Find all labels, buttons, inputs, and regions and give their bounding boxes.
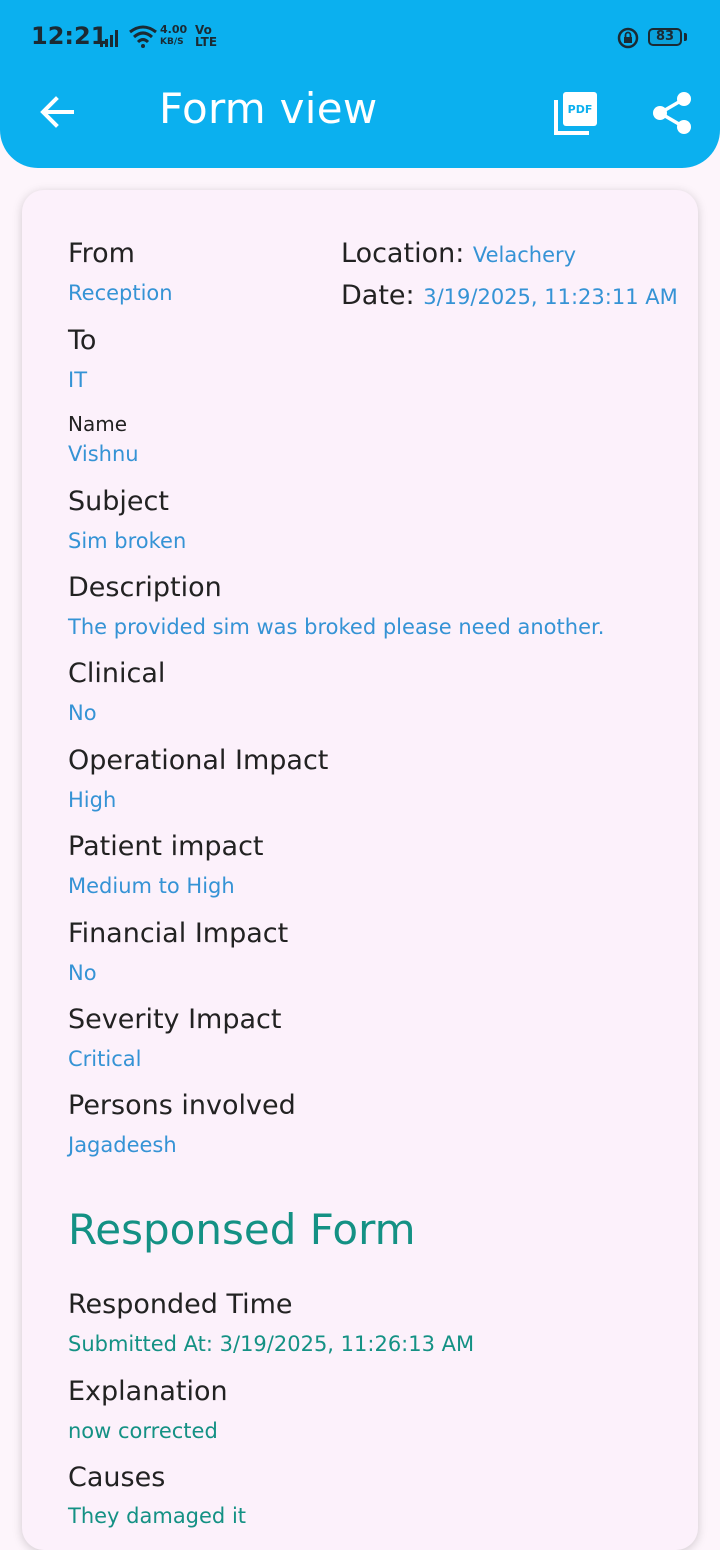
description-value: The provided sim was broked please need … [68, 615, 605, 639]
persons-involved-label: Persons involved [68, 1090, 296, 1121]
clinical-label: Clinical [68, 658, 166, 689]
date-value: 3/19/2025, 11:23:11 AM [423, 285, 678, 309]
responded-time-label: Responded Time [68, 1289, 293, 1320]
patient-impact-value: Medium to High [68, 874, 235, 898]
arrow-left-icon[interactable] [36, 90, 80, 134]
location-row: Location: Velachery [341, 238, 576, 269]
financial-impact-label: Financial Impact [68, 918, 289, 949]
from-label: From [68, 238, 135, 269]
subject-label: Subject [68, 486, 169, 517]
date-label: Date: [341, 280, 415, 311]
network-speed: 4.00 KB/S [160, 23, 188, 48]
clinical-value: No [68, 701, 97, 725]
to-value: IT [68, 368, 88, 392]
responded-time-value: Submitted At: 3/19/2025, 11:26:13 AM [68, 1332, 475, 1356]
operational-impact-value: High [68, 788, 117, 812]
to-label: To [68, 325, 97, 356]
wifi-icon [129, 25, 157, 48]
explanation-label: Explanation [68, 1376, 228, 1407]
causes-value: They damaged it [68, 1504, 247, 1528]
patient-impact-label: Patient impact [68, 831, 264, 862]
causes-label: Causes [68, 1462, 166, 1493]
response-section-title: Responsed Form [68, 1205, 416, 1254]
status-bar: 12:21 4.00 KB/S Vo LTE 83 [0, 0, 720, 76]
battery-indicator: 83 [648, 28, 682, 46]
battery-tip [684, 33, 687, 41]
subject-value: Sim broken [68, 529, 187, 553]
share-icon[interactable] [650, 90, 694, 136]
rotation-lock-icon [617, 27, 639, 49]
description-label: Description [68, 572, 222, 603]
status-time: 12:21 [31, 22, 108, 50]
name-value: Vishnu [68, 442, 139, 466]
location-value: Velachery [472, 243, 577, 267]
app-bar: 12:21 4.00 KB/S Vo LTE 83 Form view PDF [0, 0, 720, 168]
volte-indicator: Vo LTE [195, 23, 218, 49]
page-title: Form view [159, 84, 378, 133]
svg-text:PDF: PDF [568, 103, 593, 116]
financial-impact-value: No [68, 961, 97, 985]
signal-icon [100, 30, 118, 47]
date-row: Date: 3/19/2025, 11:23:11 AM [341, 280, 678, 311]
severity-impact-label: Severity Impact [68, 1004, 282, 1035]
severity-impact-value: Critical [68, 1047, 142, 1071]
location-label: Location: [341, 238, 465, 269]
pdf-icon[interactable]: PDF [553, 90, 599, 136]
from-value: Reception [68, 281, 173, 305]
persons-involved-value: Jagadeesh [68, 1133, 177, 1157]
operational-impact-label: Operational Impact [68, 745, 329, 776]
name-label: Name [68, 412, 128, 436]
explanation-value: now corrected [68, 1419, 218, 1443]
